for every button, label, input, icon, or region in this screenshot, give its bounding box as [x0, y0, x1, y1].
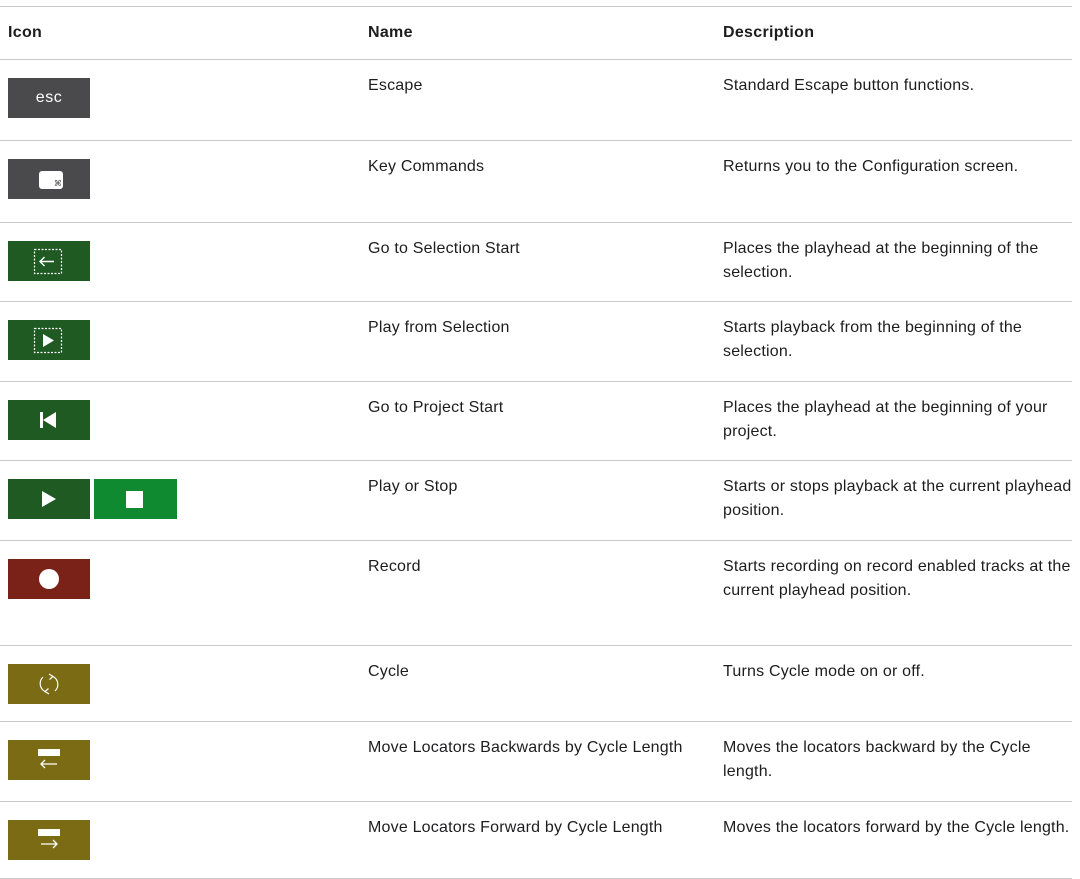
icon-cell: [0, 540, 360, 646]
icon-cell: ⌘: [0, 140, 360, 223]
icon-cell: [0, 460, 360, 541]
table-row: Play or Stop Starts or stops playback at…: [0, 460, 1072, 541]
esc-key-label: esc: [35, 89, 63, 106]
table-row: esc Escape Standard Escape button functi…: [0, 59, 1072, 141]
command-name: Record: [360, 540, 715, 646]
go-to-selection-start-icon[interactable]: [8, 241, 90, 281]
play-icon[interactable]: [8, 479, 90, 519]
move-locators-backward-icon[interactable]: [8, 740, 90, 780]
icon-cell: [0, 301, 360, 382]
header-name: Name: [360, 7, 715, 60]
command-description: Moves the locators forward by the Cycle …: [715, 801, 1072, 879]
command-name: Play or Stop: [360, 460, 715, 541]
command-description: Returns you to the Configuration screen.: [715, 140, 1072, 223]
table-row: Go to Selection Start Places the playhea…: [0, 222, 1072, 302]
header-description: Description: [715, 7, 1072, 60]
table-header-row: Icon Name Description: [0, 7, 1072, 60]
key-commands-icon[interactable]: ⌘: [8, 159, 90, 199]
command-description: Turns Cycle mode on or off.: [715, 645, 1072, 722]
icon-cell: [0, 721, 360, 802]
command-name: Key Commands: [360, 140, 715, 223]
table-row: Move Locators Forward by Cycle Length Mo…: [0, 801, 1072, 879]
icon-cell: [0, 645, 360, 722]
go-to-project-start-icon[interactable]: [8, 400, 90, 440]
commands-table: Icon Name Description esc Escape Standar…: [0, 7, 1072, 879]
command-description: Moves the locators backward by the Cycle…: [715, 721, 1072, 802]
header-icon: Icon: [0, 7, 360, 60]
icon-cell: [0, 222, 360, 302]
command-name: Go to Project Start: [360, 381, 715, 461]
table-row: ⌘ Key Commands Returns you to the Config…: [0, 140, 1072, 223]
esc-key[interactable]: esc: [8, 78, 90, 118]
command-description: Starts recording on record enabled track…: [715, 540, 1072, 646]
command-name: Cycle: [360, 645, 715, 722]
icon-cell: [0, 381, 360, 461]
command-name: Escape: [360, 59, 715, 141]
command-description: Places the playhead at the beginning of …: [715, 381, 1072, 461]
svg-text:⌘: ⌘: [54, 179, 62, 188]
transport-commands-table: Icon Name Description esc Escape Standar…: [0, 0, 1080, 879]
table-row: Cycle Turns Cycle mode on or off.: [0, 645, 1072, 722]
record-icon[interactable]: [8, 559, 90, 599]
table-row: Play from Selection Starts playback from…: [0, 301, 1072, 382]
play-from-selection-icon[interactable]: [8, 320, 90, 360]
command-name: Move Locators Backwards by Cycle Length: [360, 721, 715, 802]
cycle-icon[interactable]: [8, 664, 90, 704]
move-locators-forward-icon[interactable]: [8, 820, 90, 860]
table-row: Record Starts recording on record enable…: [0, 540, 1072, 646]
icon-cell: esc: [0, 59, 360, 141]
table-row: Go to Project Start Places the playhead …: [0, 381, 1072, 461]
command-name: Move Locators Forward by Cycle Length: [360, 801, 715, 879]
command-name: Play from Selection: [360, 301, 715, 382]
stop-icon[interactable]: [94, 479, 177, 519]
command-description: Standard Escape button functions.: [715, 59, 1072, 141]
command-description: Starts or stops playback at the current …: [715, 460, 1072, 541]
command-description: Starts playback from the beginning of th…: [715, 301, 1072, 382]
icon-cell: [0, 801, 360, 879]
table-row: Move Locators Backwards by Cycle Length …: [0, 721, 1072, 802]
command-name: Go to Selection Start: [360, 222, 715, 302]
command-description: Places the playhead at the beginning of …: [715, 222, 1072, 302]
